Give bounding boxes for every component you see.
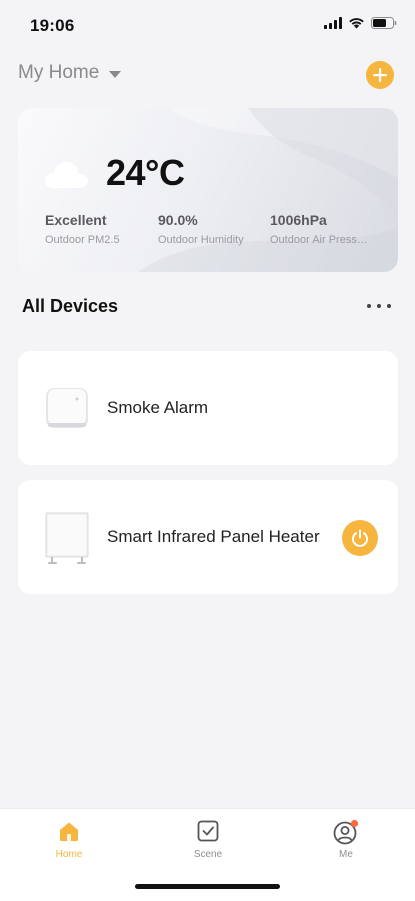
cloud-icon: [44, 161, 89, 188]
weather-background: [138, 108, 398, 272]
wifi-icon: [349, 18, 364, 29]
home-name: My Home: [18, 62, 100, 83]
device-card-smoke-alarm[interactable]: Smoke Alarm: [18, 351, 398, 465]
dot: [367, 304, 371, 308]
smoke-alarm-image: [46, 388, 88, 428]
status-icons: [324, 17, 397, 29]
tab-label: Scene: [193, 849, 223, 860]
metric-label: Outdoor Humidity: [158, 234, 244, 246]
add-button[interactable]: [366, 61, 394, 89]
tab-me[interactable]: Me: [306, 819, 386, 860]
metric-value: 1006hPa: [270, 212, 327, 228]
power-button[interactable]: [342, 520, 378, 556]
power-icon: [352, 529, 368, 547]
notification-badge: [350, 819, 359, 828]
more-dots-icon[interactable]: [367, 296, 391, 316]
signal-icon: [324, 17, 342, 29]
device-name: Smart Infrared Panel Heater: [107, 527, 320, 546]
metric-value: Excellent: [45, 212, 107, 228]
home-selector[interactable]: My Home: [18, 62, 122, 84]
status-bar: 19:06: [0, 0, 415, 50]
home-indicator: [135, 884, 280, 889]
tab-label: Me: [339, 849, 353, 860]
tab-label: Home: [55, 849, 83, 860]
profile-icon: [333, 819, 359, 845]
metric-air-pressure: 1006hPa Outdoor Air Pressure: [270, 212, 368, 246]
metric-label: Outdoor PM2.5: [45, 234, 120, 246]
section-title: All Devices: [22, 296, 119, 316]
caret-down-icon: [109, 70, 122, 78]
weather-card[interactable]: 24°C Excellent Outdoor PM2.5 90.0% Outdo…: [18, 108, 398, 272]
scene-checkbox-icon: [197, 820, 219, 842]
tab-scene[interactable]: Scene: [168, 819, 248, 860]
status-time: 19:06: [30, 16, 75, 35]
temperature: 24°C: [106, 152, 185, 193]
metric-pm25: Excellent Outdoor PM2.5: [45, 212, 155, 246]
home-icon: [60, 822, 78, 841]
device-card-panel-heater[interactable]: Smart Infrared Panel Heater: [18, 480, 398, 594]
dot: [387, 304, 391, 308]
metric-value: 90.0%: [158, 212, 198, 228]
plus-icon: [373, 68, 387, 82]
metric-humidity: 90.0% Outdoor Humidity: [158, 212, 260, 246]
device-name: Smoke Alarm: [107, 398, 209, 417]
dot: [377, 304, 381, 308]
battery-icon: [371, 17, 397, 29]
metric-label: Outdoor Air Pressure: [270, 234, 368, 246]
panel-heater-image: [45, 512, 89, 564]
tab-home[interactable]: Home: [29, 819, 109, 860]
